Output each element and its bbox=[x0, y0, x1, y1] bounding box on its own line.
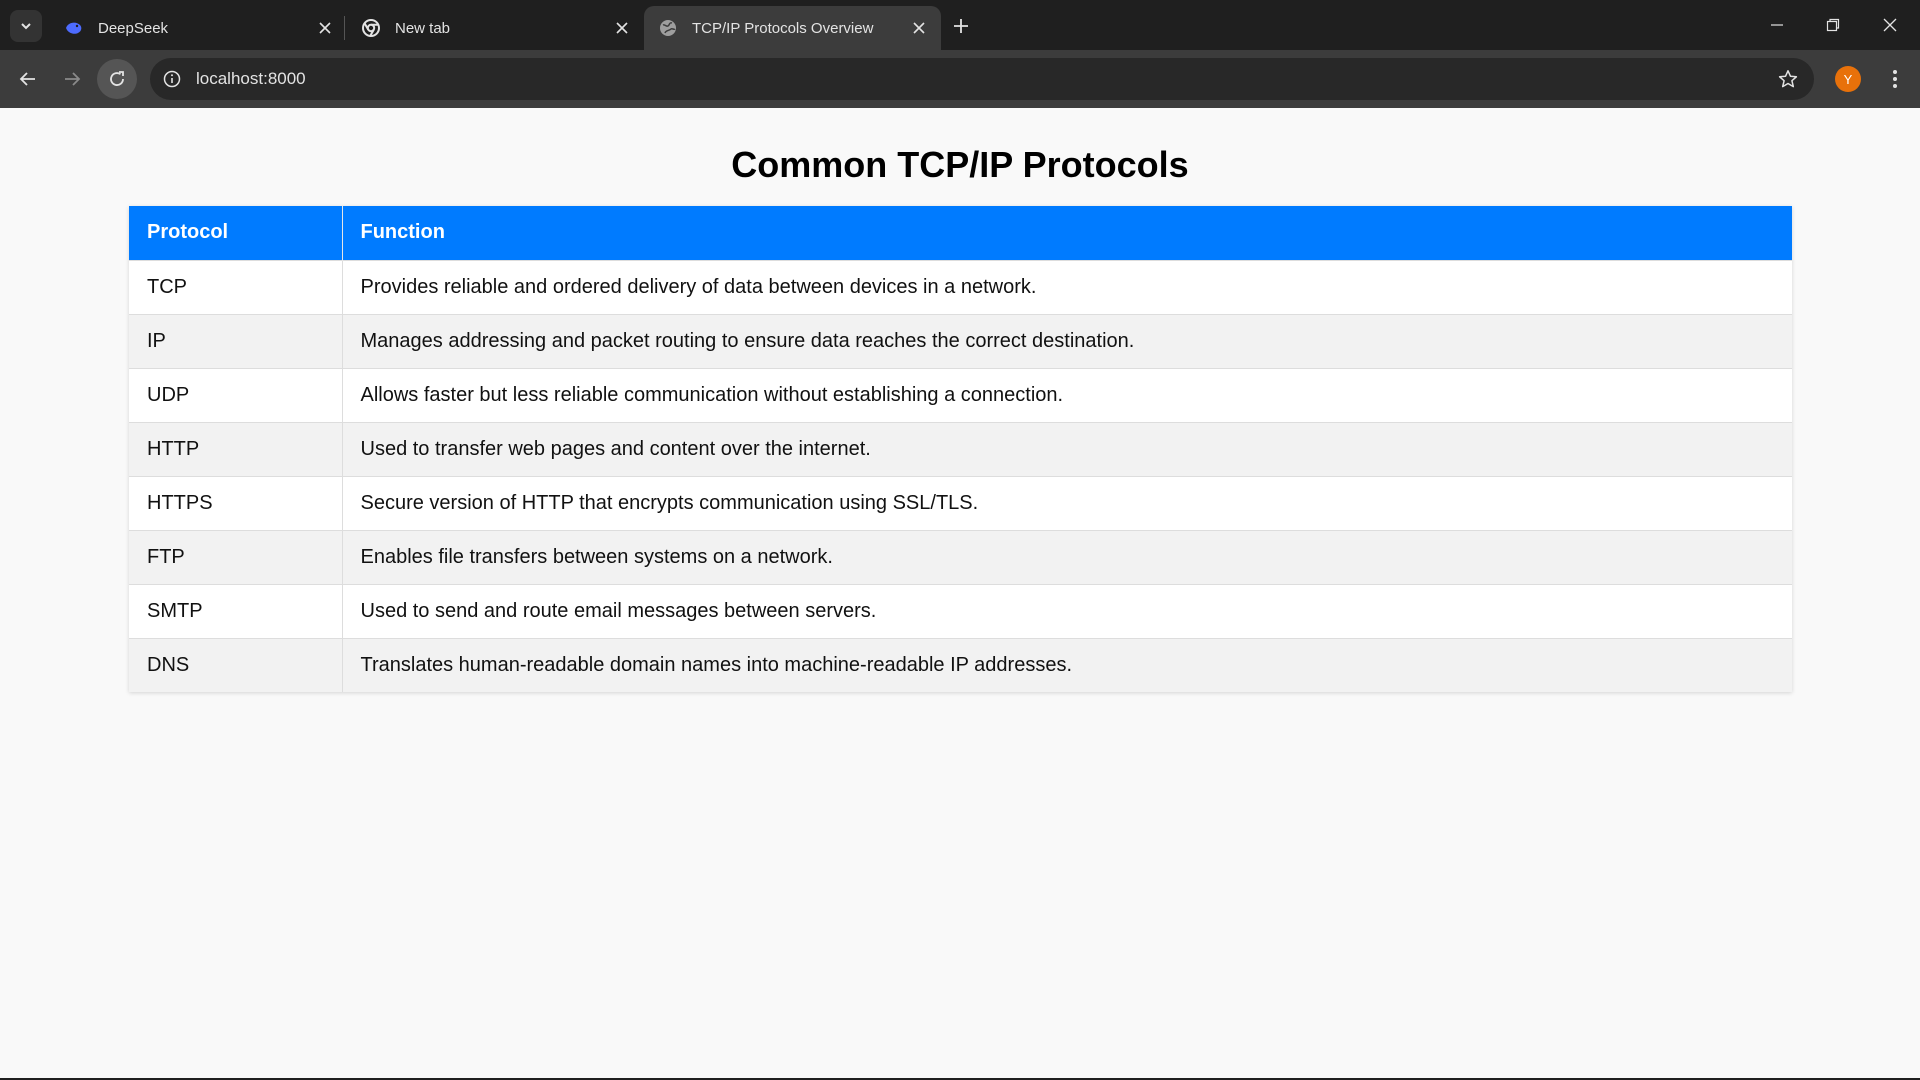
tab-strip: DeepSeek New tab TCP/IP Protocols Overvi… bbox=[0, 0, 1920, 50]
profile-avatar[interactable]: Y bbox=[1835, 66, 1861, 92]
function-cell: Used to send and route email messages be… bbox=[342, 583, 1792, 638]
tab-tcp-ip-protocols[interactable]: TCP/IP Protocols Overview bbox=[644, 6, 941, 50]
table-row: UDP Allows faster but less reliable comm… bbox=[129, 367, 1792, 422]
back-button[interactable] bbox=[8, 59, 48, 99]
table-row: IP Manages addressing and packet routing… bbox=[129, 313, 1792, 368]
globe-icon bbox=[658, 18, 678, 38]
header-function: Function bbox=[342, 206, 1792, 260]
protocol-cell: DNS bbox=[129, 637, 343, 692]
table-row: HTTP Used to transfer web pages and cont… bbox=[129, 421, 1792, 476]
protocol-cell: UDP bbox=[129, 367, 343, 422]
arrow-left-icon bbox=[19, 72, 35, 86]
protocol-cell: TCP bbox=[129, 259, 343, 314]
function-cell: Used to transfer web pages and content o… bbox=[342, 421, 1792, 476]
close-icon[interactable] bbox=[907, 16, 931, 40]
tab-search-button[interactable] bbox=[10, 10, 42, 42]
url-text[interactable]: localhost:8000 bbox=[196, 69, 306, 89]
browser-toolbar: localhost:8000 Y bbox=[0, 50, 1920, 108]
function-cell: Translates human-readable domain names i… bbox=[342, 637, 1792, 692]
info-icon[interactable] bbox=[160, 67, 184, 91]
page-title: Common TCP/IP Protocols bbox=[731, 144, 1189, 185]
close-icon[interactable] bbox=[610, 16, 634, 40]
close-icon[interactable] bbox=[313, 16, 337, 40]
protocol-cell: HTTP bbox=[129, 421, 343, 476]
protocol-cell: HTTPS bbox=[129, 475, 343, 530]
tab-new-tab[interactable]: New tab bbox=[347, 6, 644, 50]
close-window-button[interactable] bbox=[1862, 0, 1918, 50]
function-cell: Secure version of HTTP that encrypts com… bbox=[342, 475, 1792, 530]
minimize-icon bbox=[1771, 24, 1783, 26]
function-cell: Manages addressing and packet routing to… bbox=[342, 313, 1792, 368]
table-row: DNS Translates human-readable domain nam… bbox=[129, 637, 1792, 692]
table-row: HTTPS Secure version of HTTP that encryp… bbox=[129, 475, 1792, 530]
more-vertical-icon bbox=[1893, 70, 1897, 88]
arrow-right-icon bbox=[65, 72, 81, 86]
table-header-row: Protocol Function bbox=[129, 206, 1792, 260]
function-cell: Provides reliable and ordered delivery o… bbox=[342, 259, 1792, 314]
table-row: FTP Enables file transfers between syste… bbox=[129, 529, 1792, 584]
restore-button[interactable] bbox=[1805, 0, 1861, 50]
protocols-table: Protocol Function TCP Provides reliable … bbox=[129, 206, 1792, 692]
protocol-cell: IP bbox=[129, 313, 343, 368]
chevron-down-icon bbox=[21, 23, 31, 30]
new-tab-button[interactable] bbox=[947, 12, 975, 40]
plus-icon bbox=[954, 19, 968, 33]
forward-button[interactable] bbox=[52, 59, 92, 99]
tab-divider bbox=[344, 16, 345, 40]
minimize-button[interactable] bbox=[1749, 0, 1805, 50]
reload-button[interactable] bbox=[97, 59, 137, 99]
table-row: TCP Provides reliable and ordered delive… bbox=[129, 259, 1792, 314]
reload-icon bbox=[110, 71, 124, 86]
tab-title: New tab bbox=[395, 19, 451, 37]
browser-menu-button[interactable] bbox=[1880, 64, 1910, 94]
page-content: Common TCP/IP Protocols Protocol Functio… bbox=[0, 108, 1920, 1078]
table-row: SMTP Used to send and route email messag… bbox=[129, 583, 1792, 638]
function-cell: Allows faster but less reliable communic… bbox=[342, 367, 1792, 422]
protocol-cell: FTP bbox=[129, 529, 343, 584]
tab-title: TCP/IP Protocols Overview bbox=[692, 19, 874, 37]
tab-title: DeepSeek bbox=[98, 19, 169, 37]
function-cell: Enables file transfers between systems o… bbox=[342, 529, 1792, 584]
protocol-cell: SMTP bbox=[129, 583, 343, 638]
tab-deepseek[interactable]: DeepSeek bbox=[50, 6, 347, 50]
bookmark-star-icon[interactable] bbox=[1776, 67, 1800, 91]
restore-icon bbox=[1826, 18, 1840, 32]
chrome-icon bbox=[361, 18, 381, 38]
address-bar[interactable]: localhost:8000 bbox=[150, 58, 1814, 100]
close-icon bbox=[1883, 18, 1897, 32]
header-protocol: Protocol bbox=[129, 206, 343, 260]
deepseek-whale-icon bbox=[64, 18, 84, 38]
